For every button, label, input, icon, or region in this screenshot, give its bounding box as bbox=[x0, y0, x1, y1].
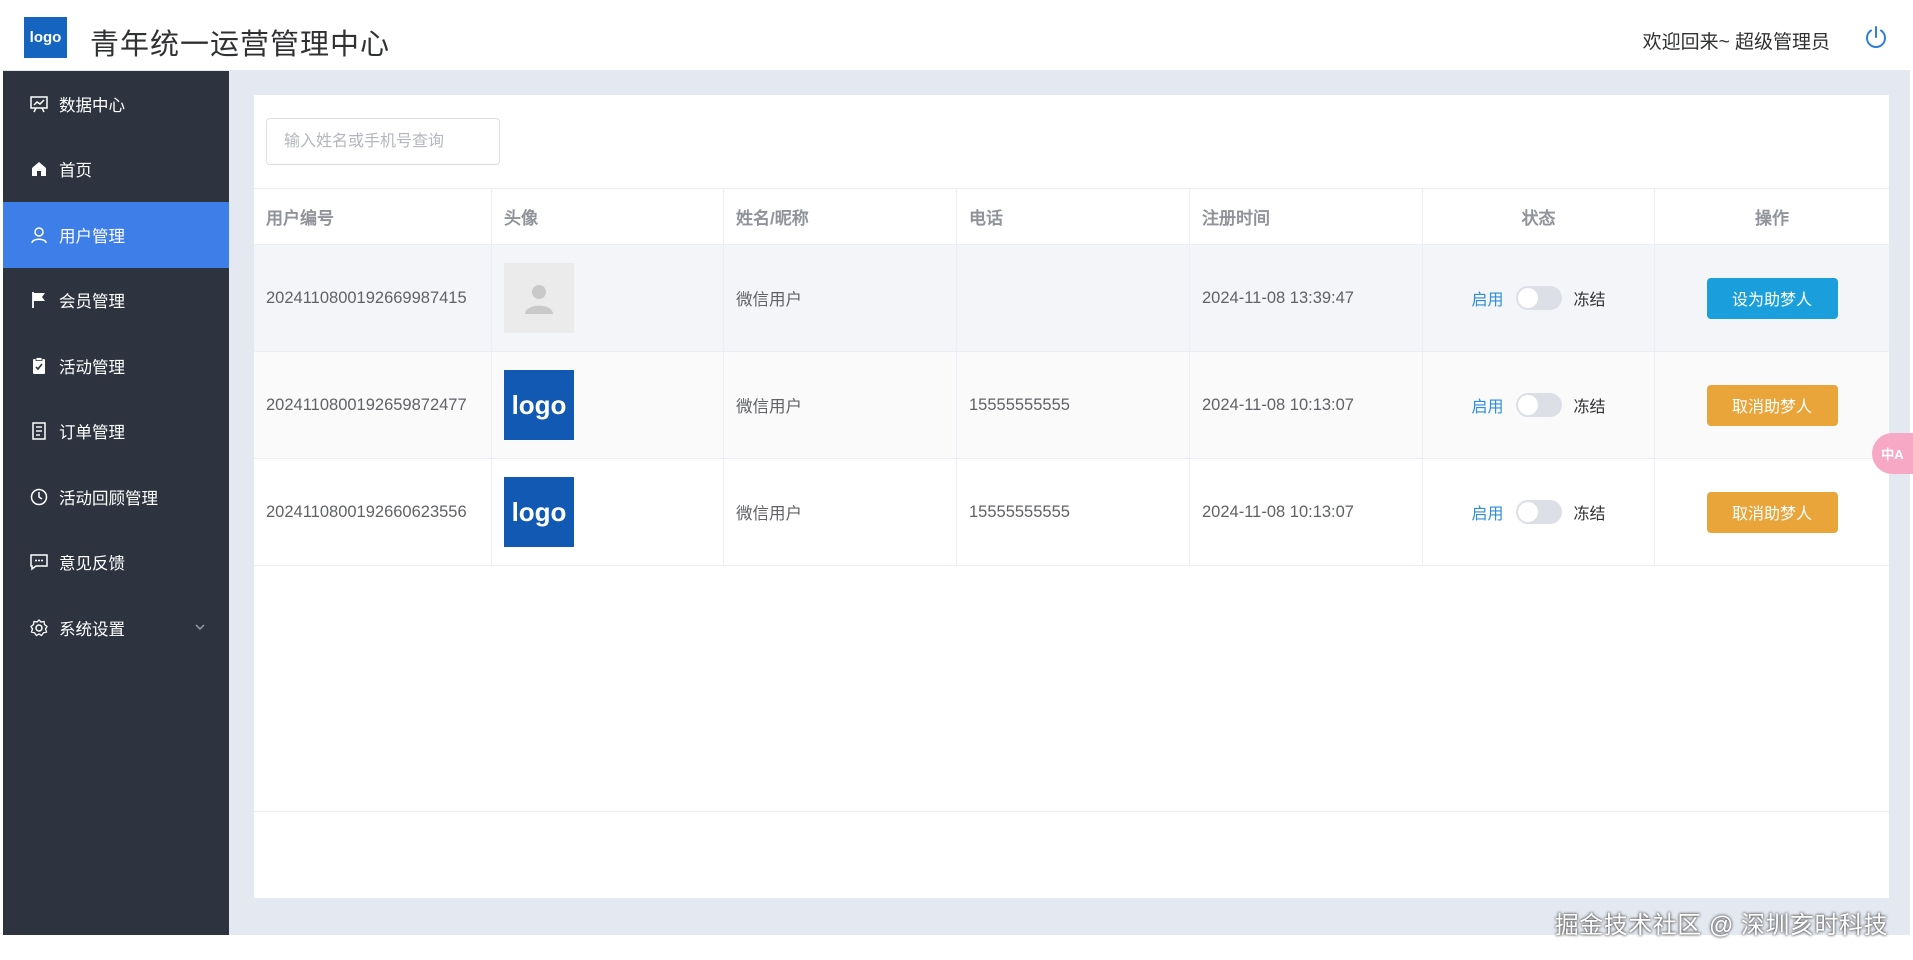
avatar bbox=[504, 263, 574, 333]
sidebar-item-activity-management[interactable]: 活动管理 bbox=[3, 333, 229, 399]
status-toggle[interactable] bbox=[1515, 393, 1562, 417]
document-icon bbox=[29, 421, 49, 441]
avatar-cell: logo bbox=[492, 459, 724, 565]
sidebar-item-label: 订单管理 bbox=[59, 424, 125, 443]
name-cell: 微信用户 bbox=[724, 459, 957, 565]
status-enabled-label: 启用 bbox=[1471, 399, 1504, 416]
sidebar-item-label: 活动管理 bbox=[59, 358, 125, 377]
column-header-avatar[interactable]: 头像 bbox=[492, 189, 724, 244]
dashboard-icon bbox=[29, 94, 49, 114]
app-title: 青年统一运营管理中心 bbox=[90, 29, 391, 61]
sidebar-item-user-management[interactable]: 用户管理 bbox=[3, 202, 229, 268]
sidebar-item-label: 首页 bbox=[59, 162, 92, 181]
registered-cell: 2024-11-08 13:39:47 bbox=[1190, 245, 1423, 351]
search-input[interactable] bbox=[266, 118, 500, 165]
user-table: 用户编号 头像 姓名/昵称 电话 注册时间 状态 操作 202411080019… bbox=[254, 188, 1889, 812]
action-cell: 取消助梦人 bbox=[1655, 352, 1889, 458]
power-icon[interactable] bbox=[1863, 24, 1889, 50]
user-silhouette-icon bbox=[525, 285, 553, 314]
user-icon bbox=[29, 225, 49, 245]
status-toggle[interactable] bbox=[1515, 286, 1562, 310]
sidebar-item-activity-review[interactable]: 活动回顾管理 bbox=[3, 464, 229, 530]
status-enabled-label: 启用 bbox=[1471, 506, 1504, 523]
sidebar: 数据中心 首页 用户管理 会员管理 活动管理 订单管理 活动回顾管理 意见反馈 … bbox=[3, 71, 229, 935]
column-header-id[interactable]: 用户编号 bbox=[254, 189, 492, 244]
action-cell: 取消助梦人 bbox=[1655, 459, 1889, 565]
chat-icon bbox=[29, 552, 49, 572]
app-logo: logo bbox=[24, 17, 67, 58]
avatar: logo bbox=[504, 370, 574, 440]
home-icon bbox=[29, 159, 49, 179]
phone-cell: 15555555555 bbox=[957, 459, 1190, 565]
sidebar-item-label: 意见反馈 bbox=[59, 555, 125, 574]
flag-icon bbox=[29, 290, 49, 310]
status-frozen-label: 冻结 bbox=[1573, 292, 1606, 309]
column-header-registered[interactable]: 注册时间 bbox=[1190, 189, 1423, 244]
user-id-cell: 2024110800192669987415 bbox=[254, 245, 492, 351]
table-row: 2024110800192660623556 logo 微信用户 1555555… bbox=[254, 459, 1889, 566]
name-cell: 微信用户 bbox=[724, 245, 957, 351]
sidebar-item-home[interactable]: 首页 bbox=[3, 137, 229, 203]
gear-icon bbox=[29, 618, 49, 638]
translate-icon[interactable]: 中A bbox=[1872, 433, 1913, 474]
welcome-message: 欢迎回来~ 超级管理员 bbox=[1642, 32, 1830, 53]
status-toggle[interactable] bbox=[1515, 500, 1562, 524]
registered-cell: 2024-11-08 10:13:07 bbox=[1190, 352, 1423, 458]
column-header-name[interactable]: 姓名/昵称 bbox=[724, 189, 957, 244]
column-header-status[interactable]: 状态 bbox=[1423, 189, 1655, 244]
sidebar-item-label: 系统设置 bbox=[59, 620, 125, 639]
user-id-cell: 2024110800192660623556 bbox=[254, 459, 492, 565]
sidebar-item-system-settings[interactable]: 系统设置 bbox=[3, 595, 229, 661]
action-cell: 设为助梦人 bbox=[1655, 245, 1889, 351]
status-cell: 启用 冻结 bbox=[1423, 352, 1655, 458]
watermark: 掘金技术社区 @ 深圳亥时科技 bbox=[1554, 912, 1888, 939]
status-cell: 启用 冻结 bbox=[1423, 245, 1655, 351]
avatar-cell: logo bbox=[492, 352, 724, 458]
sidebar-item-member-management[interactable]: 会员管理 bbox=[3, 268, 229, 334]
set-dream-helper-button[interactable]: 设为助梦人 bbox=[1706, 277, 1838, 319]
phone-cell: 15555555555 bbox=[957, 352, 1190, 458]
sidebar-item-label: 活动回顾管理 bbox=[59, 489, 158, 508]
status-enabled-label: 启用 bbox=[1471, 292, 1504, 309]
registered-cell: 2024-11-08 10:13:07 bbox=[1190, 459, 1423, 565]
sidebar-item-data-center[interactable]: 数据中心 bbox=[3, 71, 229, 137]
cancel-dream-helper-button[interactable]: 取消助梦人 bbox=[1706, 384, 1838, 426]
avatar: logo bbox=[504, 477, 574, 547]
top-header: logo 青年统一运营管理中心 欢迎回来~ 超级管理员 bbox=[3, 3, 1910, 71]
avatar-cell bbox=[492, 245, 724, 351]
status-frozen-label: 冻结 bbox=[1573, 399, 1606, 416]
column-header-phone[interactable]: 电话 bbox=[957, 189, 1190, 244]
status-frozen-label: 冻结 bbox=[1573, 506, 1606, 523]
phone-cell bbox=[957, 245, 1190, 351]
clipboard-icon bbox=[29, 356, 49, 376]
table-header: 用户编号 头像 姓名/昵称 电话 注册时间 状态 操作 bbox=[254, 189, 1889, 245]
sidebar-item-label: 会员管理 bbox=[59, 293, 125, 312]
sidebar-item-order-management[interactable]: 订单管理 bbox=[3, 399, 229, 465]
name-cell: 微信用户 bbox=[724, 352, 957, 458]
user-id-cell: 2024110800192659872477 bbox=[254, 352, 492, 458]
table-row: 2024110800192659872477 logo 微信用户 1555555… bbox=[254, 352, 1889, 459]
column-header-actions[interactable]: 操作 bbox=[1655, 189, 1889, 244]
sidebar-item-label: 用户管理 bbox=[59, 227, 125, 246]
sidebar-item-label: 数据中心 bbox=[59, 96, 125, 115]
cancel-dream-helper-button[interactable]: 取消助梦人 bbox=[1706, 491, 1838, 533]
clock-icon bbox=[29, 487, 49, 507]
table-row: 2024110800192669987415 微信用户 2024-11-08 1… bbox=[254, 245, 1889, 352]
sidebar-item-feedback[interactable]: 意见反馈 bbox=[3, 530, 229, 596]
status-cell: 启用 冻结 bbox=[1423, 459, 1655, 565]
chevron-down-icon bbox=[195, 624, 205, 630]
